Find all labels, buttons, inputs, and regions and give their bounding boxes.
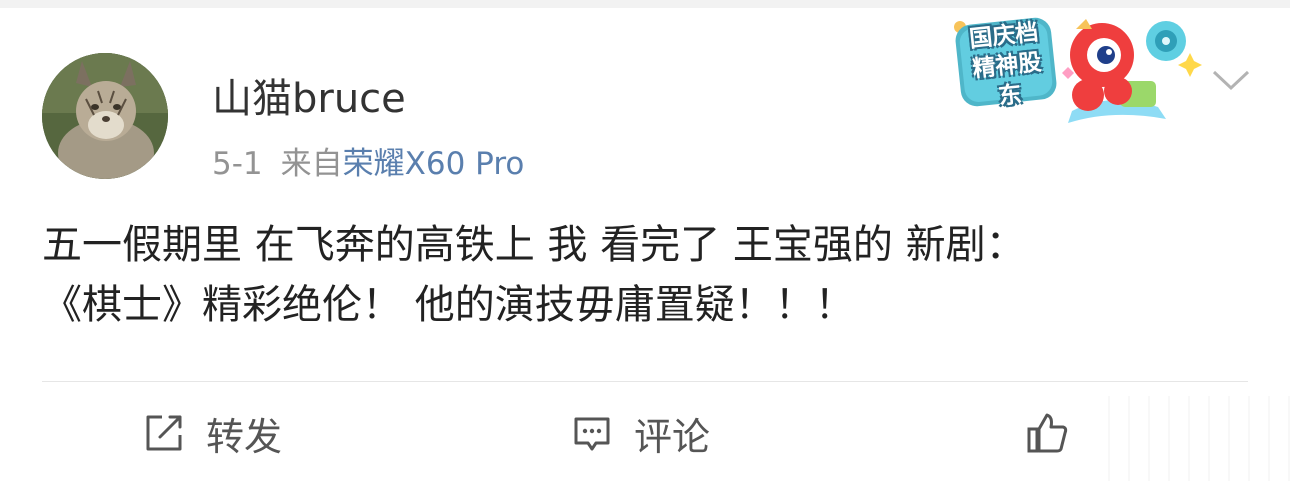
- source-device-link[interactable]: 荣耀X60 Pro: [343, 146, 525, 182]
- mascot-badge: 国庆档 精神股东: [952, 15, 1202, 125]
- badge-line2: 精神股东: [971, 49, 1043, 110]
- divider: [42, 381, 1248, 382]
- watermark-overlay: [1090, 396, 1290, 481]
- comment-icon: [574, 417, 610, 451]
- post-date: 5-1: [212, 146, 263, 182]
- badge-text: 国庆档 精神股东: [960, 17, 1055, 115]
- repost-button[interactable]: 转发: [142, 408, 283, 459]
- lynx-avatar-image: [42, 53, 168, 179]
- top-strip: [0, 0, 1290, 8]
- content-line: 《棋士》精彩绝伦！ 他的演技毋庸置疑！！！: [42, 282, 855, 328]
- post-meta: 5-1 来自荣耀X60 Pro: [212, 138, 524, 183]
- repost-icon: [146, 415, 182, 451]
- thumbs-up-icon: [1027, 413, 1068, 453]
- comment-label: 评论: [634, 414, 711, 459]
- repost-label: 转发: [206, 414, 283, 459]
- post-content: 五一假期里 在飞奔的高铁上 我 看完了 王宝强的 新剧： 《棋士》精彩绝伦！ 他…: [42, 215, 1257, 335]
- username[interactable]: 山猫bruce: [212, 66, 406, 124]
- chevron-down-icon[interactable]: [1210, 64, 1252, 94]
- content-line: 五一假期里 在飞奔的高铁上 我 看完了 王宝强的 新剧：: [42, 222, 1026, 268]
- avatar[interactable]: [42, 53, 168, 179]
- source-prefix: 来自: [280, 146, 343, 182]
- comment-button[interactable]: 评论: [570, 408, 711, 459]
